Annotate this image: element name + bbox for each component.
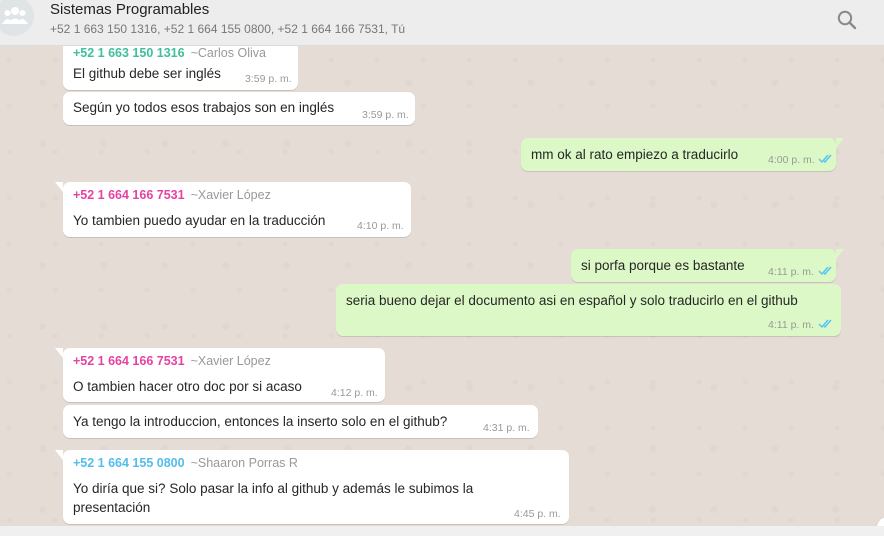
message-text: seria bueno dejar el documento asi en es… bbox=[346, 293, 798, 308]
chat-participants: +52 1 663 150 1316, +52 1 664 155 0800, … bbox=[50, 22, 406, 36]
search-button[interactable] bbox=[835, 8, 859, 32]
sender-name: ~Xavier López bbox=[190, 188, 271, 202]
double-check-icon bbox=[818, 319, 832, 329]
message-time: 4:10 p. m. bbox=[357, 220, 404, 232]
message-text: El github debe ser inglés bbox=[73, 66, 221, 81]
message-time: 3:59 p. m. bbox=[362, 109, 409, 121]
message-time: 4:31 p. m. bbox=[483, 422, 530, 434]
message-time: 3:59 p. m. bbox=[245, 73, 292, 85]
sender-name: ~Carlos Oliva bbox=[190, 46, 266, 60]
outgoing-message[interactable]: seria bueno dejar el documento asi en es… bbox=[336, 284, 841, 336]
message-text: mm ok al rato empiezo a traducirlo bbox=[531, 147, 739, 162]
outgoing-message[interactable]: mm ok al rato empiezo a traducirlo 4:00 … bbox=[521, 138, 844, 171]
scroll-down-button[interactable] bbox=[876, 518, 884, 526]
incoming-message[interactable]: +52 1 663 150 1316 ~Carlos Oliva El githu… bbox=[63, 46, 298, 90]
incoming-message[interactable]: Según yo todos esos trabajos son en ingl… bbox=[63, 92, 415, 125]
message-sender: +52 1 664 166 7531 ~Xavier López bbox=[73, 188, 271, 202]
message-text: Ya tengo la introduccion, entonces la in… bbox=[73, 414, 448, 429]
incoming-message[interactable]: +52 1 664 166 7531 ~Xavier López O tambie… bbox=[63, 348, 385, 402]
double-check-icon bbox=[818, 266, 832, 276]
incoming-message[interactable]: +52 1 664 166 7531 ~Xavier López Yo tambi… bbox=[63, 182, 411, 237]
message-text: O tambien hacer otro doc por si acaso bbox=[73, 379, 302, 394]
sender-name: ~Shaaron Porras R bbox=[190, 456, 298, 470]
message-sender: +52 1 664 166 7531 ~Xavier López bbox=[73, 354, 271, 368]
search-icon bbox=[837, 10, 857, 30]
message-sender: +52 1 664 155 0800 ~Shaaron Porras R bbox=[73, 456, 298, 470]
message-text: Yo tambien puedo ayudar en la traducción bbox=[73, 213, 326, 228]
incoming-message[interactable]: +52 1 664 155 0800 ~Shaaron Porras R Yo d… bbox=[63, 450, 569, 524]
double-check-icon bbox=[818, 154, 832, 164]
message-sender: +52 1 663 150 1316 ~Carlos Oliva bbox=[73, 46, 266, 60]
sender-number[interactable]: +52 1 663 150 1316 bbox=[73, 46, 185, 60]
chat-title[interactable]: Sistemas Programables bbox=[50, 1, 209, 18]
outgoing-message[interactable]: si porfa porque es bastante 4:11 p. m. bbox=[571, 249, 844, 282]
message-time: 4:12 p. m. bbox=[331, 387, 378, 399]
message-time: 4:11 p. m. bbox=[768, 266, 814, 278]
sender-number[interactable]: +52 1 664 155 0800 bbox=[73, 456, 185, 470]
message-time: 4:00 p. m. bbox=[768, 154, 815, 166]
sender-number[interactable]: +52 1 664 166 7531 bbox=[73, 354, 185, 368]
incoming-message[interactable]: Ya tengo la introduccion, entonces la in… bbox=[63, 405, 538, 438]
message-list[interactable]: +52 1 663 150 1316 ~Carlos Oliva El githu… bbox=[0, 46, 884, 526]
group-avatar[interactable] bbox=[0, 0, 34, 36]
group-icon bbox=[2, 7, 28, 24]
message-text: Según yo todos esos trabajos son en ingl… bbox=[73, 100, 335, 115]
message-time: 4:11 p. m. bbox=[768, 319, 814, 331]
chat-header: Sistemas Programables +52 1 663 150 1316… bbox=[0, 0, 884, 46]
sender-name: ~Xavier López bbox=[190, 354, 271, 368]
message-time: 4:45 p. m. bbox=[514, 508, 561, 520]
message-text: si porfa porque es bastante bbox=[581, 258, 745, 273]
sender-number[interactable]: +52 1 664 166 7531 bbox=[73, 188, 185, 202]
message-text: Yo diría que si? Solo pasar la info al g… bbox=[73, 481, 474, 515]
bottom-bar bbox=[0, 526, 884, 536]
